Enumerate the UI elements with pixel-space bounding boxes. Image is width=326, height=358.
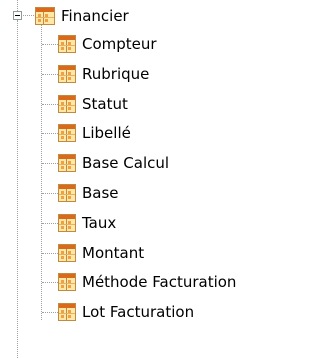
tree-node-child[interactable]: Méthode Facturation <box>58 267 236 297</box>
table-icon <box>58 124 76 142</box>
table-icon <box>35 7 55 25</box>
collapse-toggle[interactable] <box>13 11 22 20</box>
tree-trunk-line <box>17 20 18 358</box>
tree-node-label: Libellé <box>82 124 131 142</box>
tree-branch-line <box>42 74 58 75</box>
tree-branch-line <box>42 163 58 164</box>
tree-node-child[interactable]: Compteur <box>58 29 157 59</box>
table-icon <box>58 35 76 53</box>
tree-node-child[interactable]: Lot Facturation <box>58 297 194 327</box>
tree-branch-line <box>42 44 58 45</box>
tree-node-child[interactable]: Taux <box>58 208 116 238</box>
tree-branch-line <box>23 15 34 16</box>
tree-view[interactable]: Financier Compteur Rubrique Statut Libellé B… <box>0 0 326 358</box>
tree-node-label: Statut <box>82 95 128 113</box>
tree-branch-line <box>42 133 58 134</box>
tree-branch-line <box>42 312 58 313</box>
tree-node-label: Taux <box>82 214 117 232</box>
tree-branch-line <box>42 223 58 224</box>
table-icon <box>58 244 76 262</box>
table-icon <box>58 65 76 83</box>
tree-node-child[interactable]: Statut <box>58 89 128 119</box>
tree-branch-line <box>42 282 58 283</box>
tree-node-child[interactable]: Base <box>58 178 119 208</box>
tree-node-child[interactable]: Montant <box>58 238 144 268</box>
tree-node-label: Base Calcul <box>82 154 170 172</box>
tree-branch-line <box>42 104 58 105</box>
table-icon <box>58 214 76 232</box>
table-icon <box>58 273 76 291</box>
tree-node-label: Montant <box>82 244 145 262</box>
tree-node-label: Base <box>82 184 119 202</box>
tree-branch-line <box>42 253 58 254</box>
tree-node-label: Rubrique <box>82 65 150 83</box>
table-icon <box>58 303 76 321</box>
table-icon <box>58 95 76 113</box>
children-line <box>41 25 42 320</box>
tree-node-label: Méthode Facturation <box>82 273 237 291</box>
table-icon <box>58 184 76 202</box>
tree-node-label: Compteur <box>82 35 157 53</box>
tree-branch-line <box>42 193 58 194</box>
tree-node-label: Lot Facturation <box>82 303 195 321</box>
tree-node-financier[interactable]: Financier <box>35 1 129 31</box>
tree-trunk-line <box>17 0 18 11</box>
tree-node-child[interactable]: Rubrique <box>58 59 149 89</box>
table-icon <box>58 154 76 172</box>
tree-node-label: Financier <box>61 7 129 25</box>
tree-node-child[interactable]: Libellé <box>58 118 131 148</box>
tree-node-child[interactable]: Base Calcul <box>58 148 169 178</box>
